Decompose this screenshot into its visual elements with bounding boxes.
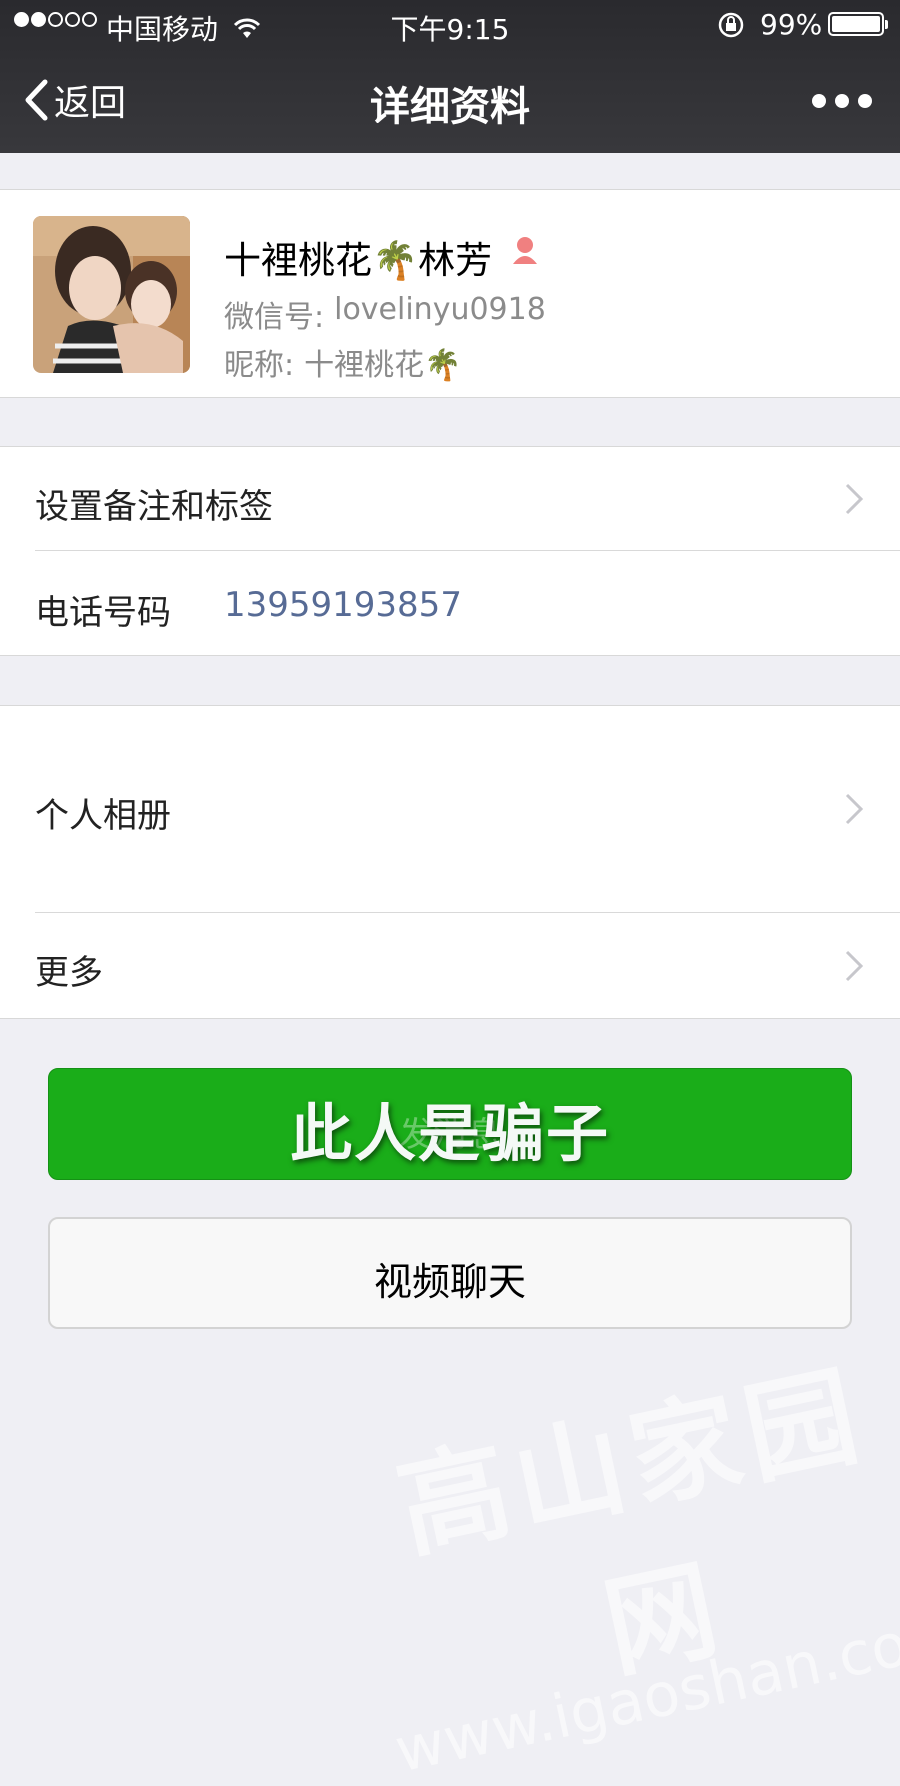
phone-row[interactable]: 电话号码 13959193857 <box>0 551 900 656</box>
profile-card: 十裡桃花🌴林芳 微信号: lovelinyu0918 昵称: 十裡桃花🌴 <box>0 189 900 398</box>
chevron-right-icon <box>845 483 864 515</box>
more-options-icon[interactable] <box>812 94 872 108</box>
watermark: 高山家园网 www.igaoshan.com <box>329 1314 900 1786</box>
more-label: 更多 <box>35 953 103 993</box>
remark-tags-label: 设置备注和标签 <box>35 487 273 527</box>
scam-warning-overlay: 此人是骗子 <box>289 1097 610 1170</box>
phone-number[interactable]: 13959193857 <box>224 585 462 625</box>
chevron-right-icon <box>845 793 864 825</box>
top-bar: 中国移动 下午9:15 99% 返回 详细资料 <box>0 0 900 153</box>
nickname-label: 昵称: <box>224 348 295 383</box>
wechat-id: 微信号: lovelinyu0918 <box>224 292 546 336</box>
status-bar: 中国移动 下午9:15 99% <box>0 0 900 50</box>
profile-name: 十裡桃花🌴林芳 <box>224 239 493 282</box>
phone-label: 电话号码 <box>35 593 171 633</box>
video-chat-label: 视频聊天 <box>373 1260 526 1304</box>
more-row[interactable]: 更多 <box>0 913 900 1019</box>
video-chat-button[interactable]: 视频聊天 <box>48 1217 852 1329</box>
nickname: 昵称: 十裡桃花🌴 <box>224 340 461 384</box>
wechat-id-value: lovelinyu0918 <box>334 292 546 327</box>
album-label: 个人相册 <box>35 796 171 836</box>
battery-icon <box>828 12 888 36</box>
remark-tags-row[interactable]: 设置备注和标签 <box>0 446 900 551</box>
page-title: 详细资料 <box>370 84 530 130</box>
avatar[interactable] <box>33 216 190 373</box>
chevron-right-icon <box>845 950 864 982</box>
navigation-bar: 返回 详细资料 <box>0 50 900 153</box>
album-row[interactable]: 个人相册 <box>0 705 900 913</box>
battery-percent: 99% <box>760 8 823 41</box>
watermark-url: www.igaoshan.com <box>389 1597 900 1786</box>
wechat-id-label: 微信号: <box>224 300 325 335</box>
nickname-value: 十裡桃花🌴 <box>304 348 462 383</box>
rotation-lock-icon <box>716 10 746 47</box>
send-message-button[interactable]: 发消息 此人是骗子 <box>48 1068 852 1180</box>
female-gender-icon <box>508 234 542 272</box>
watermark-title: 高山家园网 <box>387 1350 876 1694</box>
